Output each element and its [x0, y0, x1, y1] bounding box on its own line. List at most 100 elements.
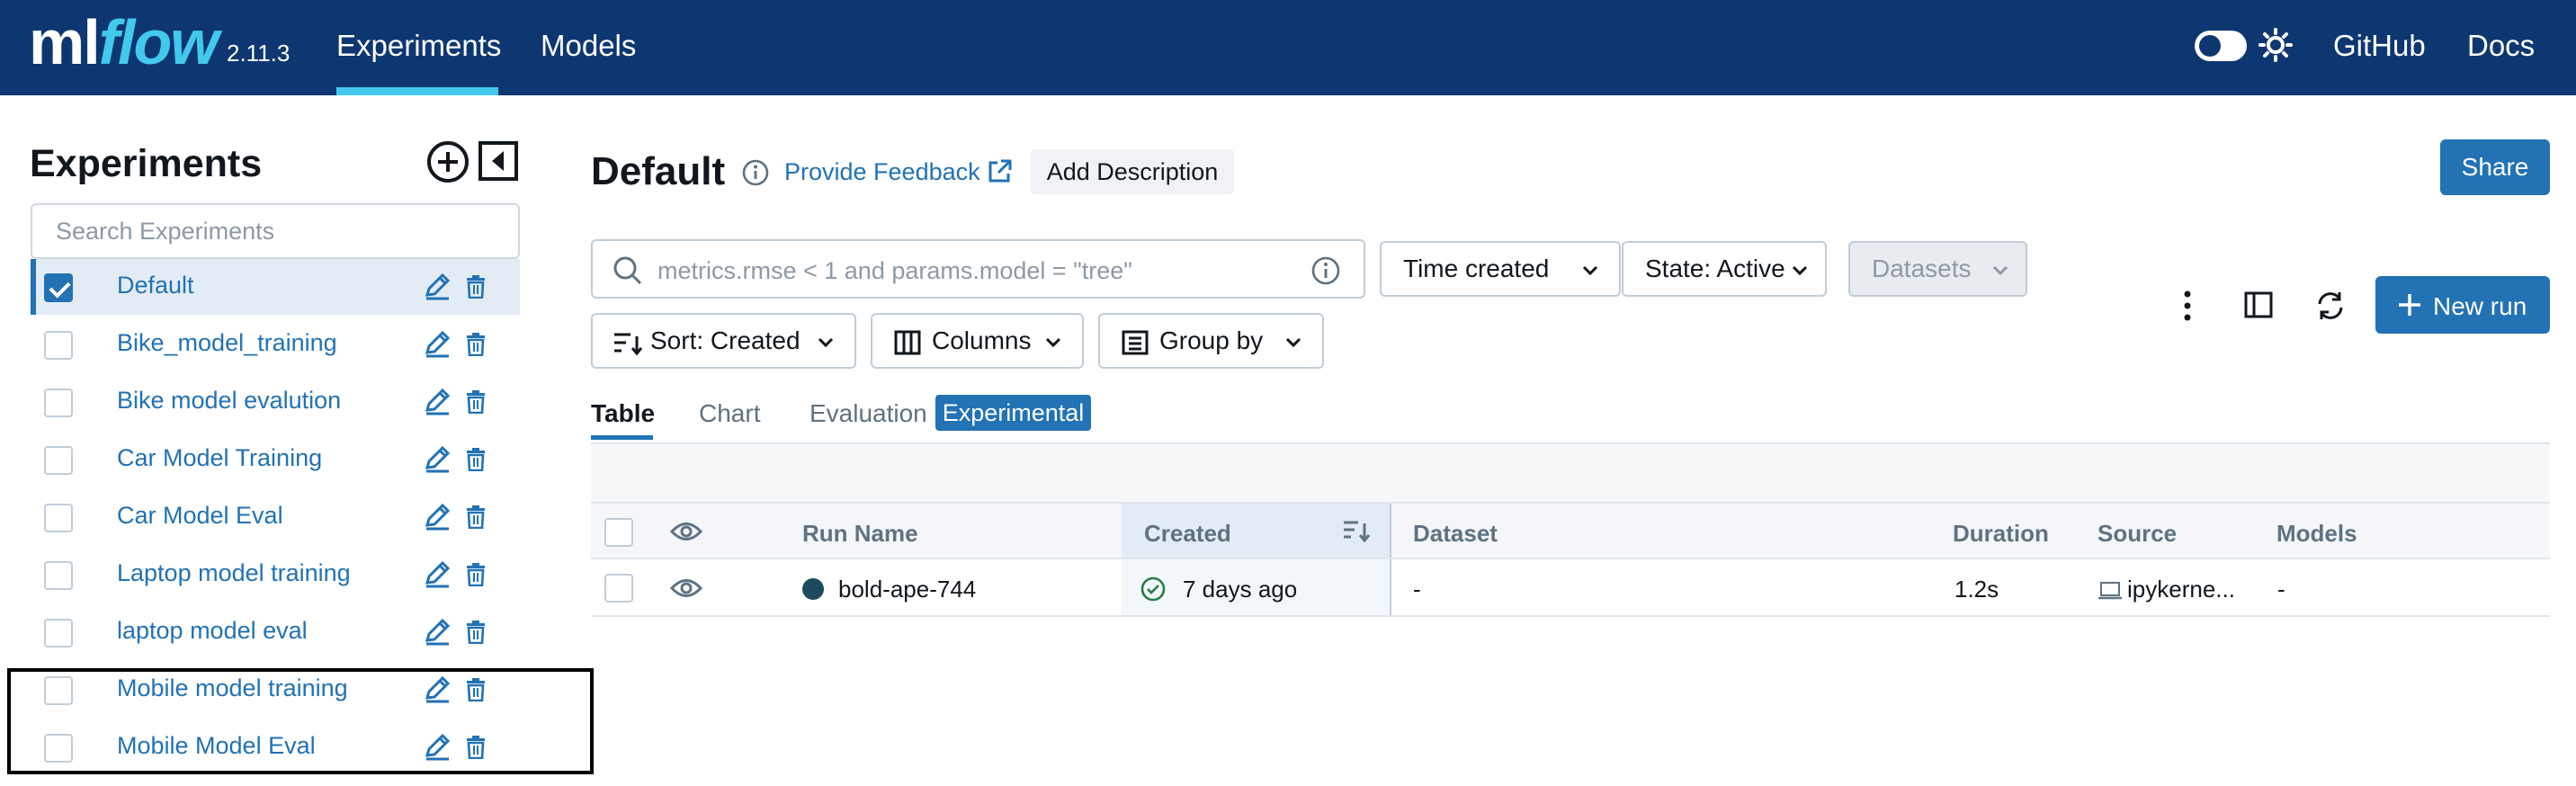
experiment-item[interactable]: Bike model evalution — [31, 374, 520, 430]
experiment-item[interactable]: Car Model Training — [31, 432, 520, 487]
experiment-name[interactable]: Bike_model_training — [117, 329, 337, 357]
chevron-down-icon — [818, 337, 834, 348]
experiment-item[interactable]: Default — [31, 259, 520, 315]
col-source[interactable]: Source — [2097, 520, 2177, 548]
side-panel-icon[interactable] — [2243, 290, 2274, 320]
eye-icon[interactable] — [670, 518, 702, 545]
experiment-name[interactable]: Laptop model training — [117, 559, 351, 587]
state-filter-label: State: Active — [1645, 255, 1785, 282]
group-by-label: Group by — [1159, 326, 1264, 354]
trash-icon[interactable] — [466, 621, 486, 644]
search-experiments-input[interactable]: Search Experiments — [31, 203, 520, 259]
eye-icon[interactable] — [670, 575, 702, 602]
experiment-checkbox[interactable] — [44, 504, 73, 532]
experiment-checkbox[interactable] — [44, 273, 73, 302]
experiment-name[interactable]: Default — [117, 272, 194, 299]
row-checkbox[interactable] — [604, 574, 633, 603]
col-duration[interactable]: Duration — [1953, 520, 2049, 548]
col-dataset[interactable]: Dataset — [1413, 520, 1498, 548]
refresh-icon[interactable] — [2314, 290, 2347, 322]
external-link-icon[interactable] — [986, 158, 1013, 185]
nav-models[interactable]: Models — [541, 29, 636, 63]
pencil-icon[interactable] — [424, 617, 451, 646]
experiment-name[interactable]: Bike model evalution — [117, 387, 341, 415]
plus-icon — [2399, 294, 2420, 316]
columns-dropdown[interactable]: Columns — [871, 313, 1084, 369]
group-by-icon — [1122, 330, 1149, 355]
run-search-input[interactable]: metrics.rmse < 1 and params.model = "tre… — [591, 239, 1365, 299]
sort-descending-icon[interactable] — [1342, 518, 1371, 543]
run-color-dot[interactable] — [802, 578, 824, 600]
chevron-down-icon — [1045, 337, 1061, 348]
datasets-dropdown[interactable]: Datasets — [1848, 241, 2027, 297]
pencil-icon[interactable] — [424, 444, 451, 473]
experiment-item[interactable]: Car Model Eval — [31, 489, 520, 545]
pencil-icon[interactable] — [424, 387, 451, 415]
experiment-checkbox[interactable] — [44, 331, 73, 360]
experiment-name[interactable]: Car Model Eval — [117, 502, 283, 530]
pencil-icon[interactable] — [424, 559, 451, 588]
col-run-name[interactable]: Run Name — [802, 520, 918, 548]
table-header: Run Name Created Dataset Duration Source… — [591, 502, 2550, 559]
experiment-item[interactable]: Bike_model_training — [31, 317, 520, 372]
sun-icon — [2258, 28, 2293, 62]
experiment-name[interactable]: laptop model eval — [117, 617, 308, 645]
experiment-name[interactable]: Car Model Training — [117, 444, 322, 472]
provide-feedback-link[interactable]: Provide Feedback — [784, 158, 980, 186]
more-options-icon[interactable] — [2177, 288, 2198, 324]
chevron-down-icon — [1582, 265, 1598, 276]
experiment-item[interactable]: laptop model eval — [31, 604, 520, 660]
created-value: 7 days ago — [1183, 576, 1298, 603]
top-nav-bar: ml flow 2.11.3 Experiments Models GitHub … — [0, 0, 2576, 95]
tab-chart[interactable]: Chart — [699, 399, 760, 428]
sort-dropdown[interactable]: Sort: Created — [591, 313, 856, 369]
trash-icon[interactable] — [466, 505, 486, 529]
experiment-checkbox[interactable] — [44, 446, 73, 475]
experiment-checkbox[interactable] — [44, 619, 73, 648]
trash-icon[interactable] — [466, 563, 486, 586]
active-nav-indicator — [336, 87, 498, 95]
col-created-header[interactable]: Created — [1122, 504, 1390, 558]
mlflow-logo[interactable]: ml flow — [29, 2, 219, 92]
tab-evaluation[interactable]: Evaluation — [809, 399, 927, 428]
info-icon[interactable] — [741, 158, 770, 187]
group-by-dropdown[interactable]: Group by — [1098, 313, 1324, 369]
table-row[interactable]: bold-ape-744 7 days ago - 1.2s ipykerne.… — [591, 559, 2550, 617]
add-description-button[interactable]: Add Description — [1031, 149, 1234, 194]
column-divider[interactable] — [1390, 504, 1391, 558]
collapse-sidebar-icon[interactable] — [478, 140, 519, 182]
info-icon[interactable] — [1310, 255, 1341, 286]
search-icon — [613, 256, 642, 285]
share-button[interactable]: Share — [2440, 139, 2550, 195]
duration-value: 1.2s — [1954, 576, 1999, 603]
state-filter-dropdown[interactable]: State: Active — [1622, 241, 1827, 297]
col-created: Created — [1144, 520, 1231, 547]
col-models[interactable]: Models — [2276, 520, 2357, 548]
time-created-dropdown[interactable]: Time created — [1380, 241, 1621, 297]
theme-toggle[interactable] — [2195, 31, 2247, 61]
select-all-checkbox[interactable] — [604, 518, 633, 547]
pencil-icon[interactable] — [424, 272, 451, 300]
trash-icon[interactable] — [466, 275, 486, 299]
page-title: Default — [591, 149, 726, 193]
trash-icon[interactable] — [466, 390, 486, 414]
create-experiment-icon[interactable] — [425, 139, 470, 184]
source-link[interactable]: ipykerne... — [2127, 576, 2235, 603]
new-run-button[interactable]: New run — [2375, 276, 2550, 334]
sidebar-title: Experiments — [30, 142, 263, 185]
tab-table[interactable]: Table — [591, 399, 655, 428]
docs-link[interactable]: Docs — [2467, 29, 2535, 63]
models-value: - — [2277, 576, 2285, 603]
experiment-checkbox[interactable] — [44, 561, 73, 590]
github-link[interactable]: GitHub — [2333, 29, 2426, 63]
pencil-icon[interactable] — [424, 329, 451, 358]
experiment-item[interactable]: Laptop model training — [31, 547, 520, 603]
run-name-link[interactable]: bold-ape-744 — [838, 576, 976, 603]
active-tab-indicator — [591, 435, 653, 440]
nav-experiments[interactable]: Experiments — [336, 29, 501, 63]
experiment-checkbox[interactable] — [44, 389, 73, 417]
pencil-icon[interactable] — [424, 502, 451, 531]
trash-icon[interactable] — [466, 448, 486, 471]
trash-icon[interactable] — [466, 333, 486, 356]
check-circle-icon — [1140, 576, 1166, 602]
